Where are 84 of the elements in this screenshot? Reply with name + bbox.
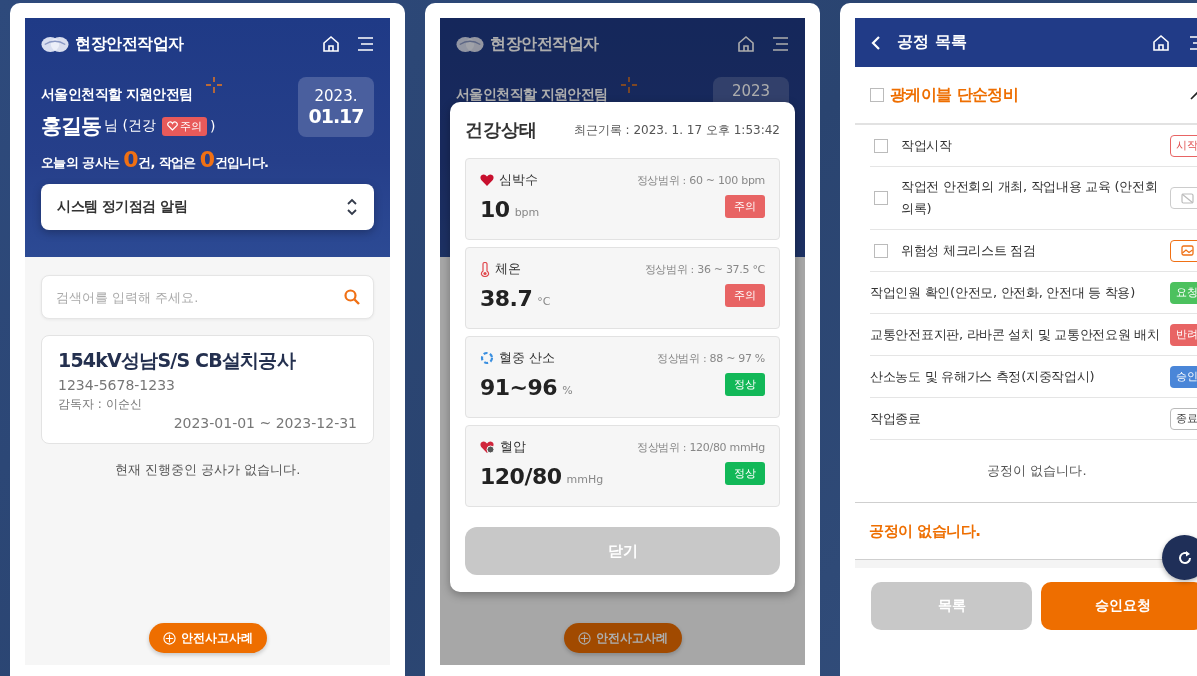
metric-name: 심박수 [499, 171, 538, 189]
step-label: 작업시작 [901, 136, 953, 155]
team-name: 서울인천직할 지원안전팀 [456, 86, 608, 104]
metric-value: 91~96 [480, 375, 558, 400]
modal-title: 건강상태 [465, 118, 537, 142]
metric-unit: % [562, 384, 573, 397]
summary-text: 오늘의 공사는 0건, 작업은 0건입니다. [41, 153, 270, 172]
home-icon[interactable] [321, 34, 341, 54]
project-period: 2023-01-01 ~ 2023-12-31 [173, 415, 357, 431]
step-label: 작업전 안전회의 개최, 작업내용 교육 (안전회의록) [901, 178, 1159, 218]
checkbox[interactable] [874, 243, 888, 258]
metric-name: 혈압 [500, 438, 526, 456]
sparkle-icon [621, 77, 637, 93]
screen-title: 공정 목록 [897, 32, 967, 53]
status-badge[interactable]: 요청 [1170, 281, 1197, 304]
heart-gauge-icon [480, 440, 495, 454]
metric-value: 10 [480, 197, 510, 222]
status-badge: 정상 [725, 462, 765, 485]
empty-message: 현재 진행중인 공사가 없습니다. [114, 461, 301, 479]
status-badge[interactable]: 시작 [1170, 134, 1197, 157]
close-paren: ) [209, 118, 216, 134]
project-code: 1234-5678-1233 [58, 377, 176, 393]
name-suffix: 님 (건강 [104, 117, 156, 135]
user-name: 홍길동 [41, 113, 101, 140]
up-down-chevron-icon [346, 197, 358, 217]
health-badge: 주의 [161, 116, 207, 136]
step-label: 작업종료 [870, 409, 922, 428]
logo-icon [456, 34, 484, 54]
approval-request-button[interactable]: 승인요청 [1041, 582, 1197, 630]
image-badge[interactable] [1170, 239, 1197, 262]
normal-range: 정상범위 : 60 ~ 100 bpm [636, 172, 765, 188]
home-icon[interactable] [736, 34, 756, 54]
metric-unit: mmHg [566, 473, 604, 486]
group-name[interactable]: 광케이블 단순정비 [890, 84, 1019, 106]
app-title: 현장안전작업자 [75, 33, 184, 55]
search-field[interactable]: 검색어를 입력해 주세요. [41, 275, 374, 319]
search-icon[interactable] [344, 289, 360, 305]
safety-cases-button[interactable]: 안전사고사례 [148, 623, 267, 653]
step-label: 산소농도 및 유해가스 측정(지중작업시) [870, 367, 1096, 386]
normal-range: 정상범위 : 120/80 mmHg [636, 439, 765, 455]
plus-circle-icon [162, 631, 176, 645]
date-day: 01.17 [308, 105, 364, 127]
step-label: 교통안전표지판, 라바콘 설치 및 교통안전요원 배치 [870, 325, 1161, 344]
status-badge[interactable]: 반려 [1170, 323, 1197, 346]
heart-icon [480, 174, 494, 186]
metric-value: 38.7 [480, 286, 533, 311]
status-badge[interactable]: 승인 [1170, 365, 1197, 388]
last-record-text: 최근기록 : 2023. 1. 17 오후 1:53:42 [573, 121, 780, 139]
step-label: 작업인원 확인(안전모, 안전화, 안전대 등 착용) [870, 283, 1136, 302]
date-year: 2023. [314, 87, 358, 105]
empty-message: 공정이 없습니다. [869, 521, 981, 541]
checkbox[interactable] [874, 138, 888, 153]
notice-dropdown[interactable]: 시스템 정기점검 알림 [41, 184, 374, 230]
sparkle-icon [206, 77, 222, 93]
menu-icon[interactable] [357, 36, 374, 52]
step-label: 위험성 체크리스트 점검 [901, 241, 1037, 260]
metric-name: 혈중 산소 [499, 349, 556, 367]
plus-circle-icon [577, 631, 591, 645]
empty-message: 공정이 없습니다. [987, 462, 1087, 480]
metric-unit: bpm [514, 206, 540, 219]
metric-name: 체온 [495, 260, 521, 278]
team-name: 서울인천직할 지원안전팀 [41, 86, 194, 104]
checkbox[interactable] [874, 191, 888, 205]
metric-value: 120/80 [480, 464, 562, 489]
status-badge: 정상 [725, 373, 765, 396]
thermometer-icon [480, 261, 490, 277]
project-card[interactable]: 154kV성남S/S CB설치공사 1234-5678-1233 감독자 : 이순신 2023-01-01 ~ 2023-12-31 [41, 335, 374, 444]
project-title: 154kV성남S/S CB설치공사 [58, 348, 297, 373]
status-badge: 주의 [725, 195, 765, 218]
home-icon[interactable] [1151, 32, 1171, 53]
menu-icon[interactable] [772, 36, 789, 52]
metric-unit: °C [537, 295, 551, 308]
safety-cases-button[interactable]: 안전사고사례 [563, 623, 682, 653]
back-icon[interactable] [871, 35, 881, 50]
checkbox[interactable] [870, 88, 884, 102]
dashed-ring-icon [480, 351, 494, 365]
status-badge: 주의 [725, 284, 765, 307]
normal-range: 정상범위 : 88 ~ 97 % [656, 350, 765, 366]
normal-range: 정상범위 : 36 ~ 37.5 °C [644, 261, 765, 277]
status-badge[interactable]: 종료 [1170, 407, 1197, 430]
supervisor-text: 감독자 : 이순신 [58, 396, 143, 413]
logo-icon [41, 34, 69, 54]
app-title: 현장안전작업자 [490, 33, 599, 55]
date-year: 2023 [731, 82, 771, 100]
